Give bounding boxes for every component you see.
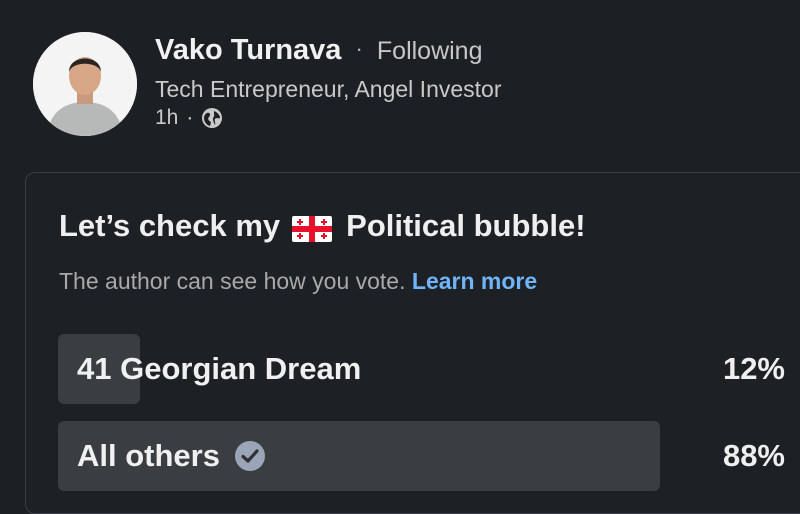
poll-option-text: 41 Georgian Dream [77, 351, 362, 386]
poll-option-label: All others [77, 438, 266, 474]
poll-option-text: All others [77, 438, 220, 473]
poll-title-text-end: Political bubble! [346, 208, 586, 243]
post-header: Vako Turnava · Following Tech Entreprene… [0, 0, 800, 170]
author-name[interactable]: Vako Turnava [155, 34, 341, 66]
poll-option-label: 41 Georgian Dream [77, 351, 361, 387]
poll-disclaimer: The author can see how you vote. Learn m… [59, 268, 537, 295]
learn-more-link[interactable]: Learn more [412, 268, 537, 294]
poll-title-text-start: Let’s check my [59, 208, 281, 243]
author-name-row: Vako Turnava · Following [155, 34, 483, 67]
globe-icon [201, 107, 223, 129]
poll-title: Let’s check my Political bubble! [59, 208, 586, 244]
meta-separator: · [186, 106, 194, 129]
georgia-flag-icon [292, 214, 333, 242]
author-avatar[interactable] [33, 32, 137, 136]
author-headline: Tech Entrepreneur, Angel Investor [155, 76, 502, 102]
poll-option-percent: 88% [722, 438, 785, 473]
name-separator: · [355, 36, 363, 61]
poll-option-all-others[interactable]: All others 88% [58, 421, 785, 491]
post-meta: 1h · [155, 106, 223, 130]
check-circle-icon [234, 440, 266, 472]
poll-option-percent: 12% [722, 351, 785, 386]
post-time: 1h [155, 106, 179, 129]
poll-option-georgian-dream[interactable]: 41 Georgian Dream 12% [58, 334, 785, 404]
following-status[interactable]: Following [377, 37, 483, 65]
disclaimer-text: The author can see how you vote. [59, 268, 406, 294]
